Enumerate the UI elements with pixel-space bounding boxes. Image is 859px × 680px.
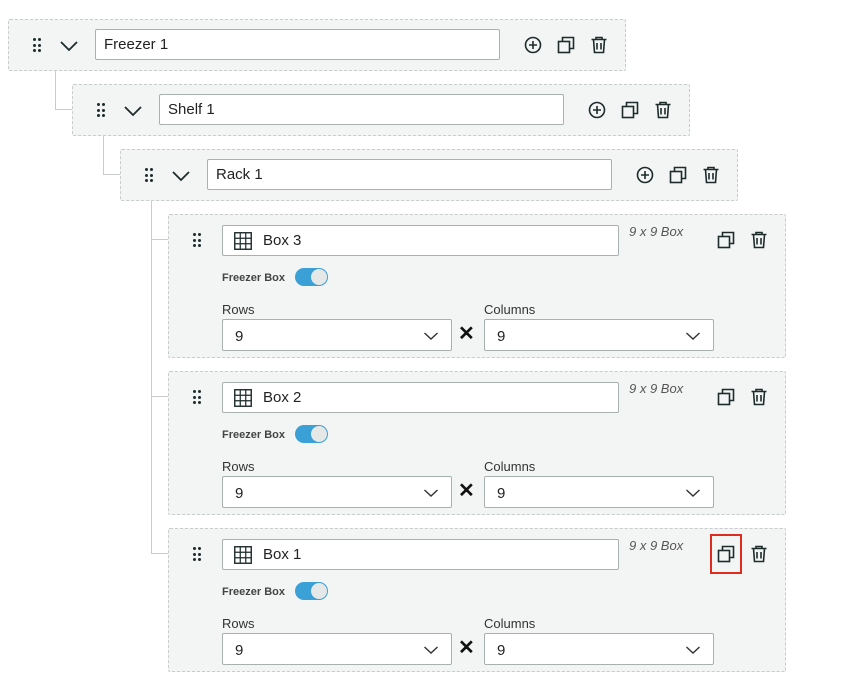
freezer-node: [8, 19, 626, 71]
box-name-input[interactable]: [263, 383, 614, 412]
add-circle-icon: [524, 36, 542, 54]
duplicate-button[interactable]: [716, 230, 736, 250]
chevron-down-icon[interactable]: [123, 104, 143, 118]
freezer-box-label: Freezer Box: [222, 586, 285, 598]
add-child-button[interactable]: [635, 165, 655, 185]
box-name-field[interactable]: [222, 382, 619, 413]
add-circle-icon: [588, 101, 606, 119]
box-name-input[interactable]: [263, 226, 614, 255]
rows-value: 9: [235, 642, 244, 659]
shelf-node: [72, 84, 690, 136]
box-card: 9 x 9 Box Freezer Box Rows 9 ✕ Columns 9: [168, 371, 786, 515]
chevron-down-icon: [424, 489, 438, 497]
box-card: 9 x 9 Box Freezer Box Rows 9 ✕ Columns 9: [168, 528, 786, 672]
drag-handle-icon[interactable]: [193, 390, 201, 404]
drag-handle-icon[interactable]: [97, 103, 105, 117]
trash-icon: [591, 36, 607, 54]
rack-name-input[interactable]: [207, 159, 612, 190]
delete-button[interactable]: [653, 100, 673, 120]
trash-icon: [751, 231, 767, 249]
duplicate-button[interactable]: [620, 100, 640, 120]
multiply-icon: ✕: [458, 637, 475, 659]
copy-icon: [669, 166, 687, 184]
box-name-field[interactable]: [222, 539, 619, 570]
chevron-down-icon[interactable]: [59, 39, 79, 53]
box-dimensions: 9 x 9 Box: [629, 538, 684, 553]
columns-value: 9: [497, 642, 506, 659]
tree-connector: [103, 136, 121, 175]
drag-handle-icon[interactable]: [145, 168, 153, 182]
freezer-box-toggle[interactable]: [295, 425, 328, 443]
add-child-button[interactable]: [523, 35, 543, 55]
rows-label: Rows: [222, 459, 255, 474]
duplicate-button[interactable]: [556, 35, 576, 55]
add-child-button[interactable]: [587, 100, 607, 120]
freezer-box-toggle[interactable]: [295, 582, 328, 600]
duplicate-button[interactable]: [668, 165, 688, 185]
add-circle-icon: [636, 166, 654, 184]
box-name-field[interactable]: [222, 225, 619, 256]
grid-icon: [234, 389, 252, 407]
rows-label: Rows: [222, 616, 255, 631]
trash-icon: [751, 545, 767, 563]
rows-select[interactable]: 9: [222, 476, 452, 508]
columns-select[interactable]: 9: [484, 476, 714, 508]
tree-connector: [151, 396, 169, 554]
trash-icon: [655, 101, 671, 119]
copy-icon: [621, 101, 639, 119]
chevron-down-icon: [686, 489, 700, 497]
box-name-input[interactable]: [263, 540, 614, 569]
box-dimensions: 9 x 9 Box: [629, 381, 684, 396]
freezer-box-label: Freezer Box: [222, 429, 285, 441]
duplicate-button[interactable]: [716, 387, 736, 407]
copy-icon: [557, 36, 575, 54]
drag-handle-icon[interactable]: [33, 38, 41, 52]
copy-icon: [717, 388, 735, 406]
tree-connector: [151, 239, 169, 397]
freezer-box-label: Freezer Box: [222, 272, 285, 284]
rows-value: 9: [235, 485, 244, 502]
multiply-icon: ✕: [458, 480, 475, 502]
chevron-down-icon: [424, 646, 438, 654]
freezer-name-input[interactable]: [95, 29, 500, 60]
chevron-down-icon: [686, 332, 700, 340]
grid-icon: [234, 232, 252, 250]
columns-select[interactable]: 9: [484, 319, 714, 351]
chevron-down-icon[interactable]: [171, 169, 191, 183]
box-dimensions: 9 x 9 Box: [629, 224, 684, 239]
shelf-name-input[interactable]: [159, 94, 564, 125]
columns-label: Columns: [484, 616, 536, 631]
columns-label: Columns: [484, 302, 536, 317]
rows-value: 9: [235, 328, 244, 345]
chevron-down-icon: [424, 332, 438, 340]
delete-button[interactable]: [589, 35, 609, 55]
duplicate-button-highlight: [710, 534, 742, 574]
columns-value: 9: [497, 328, 506, 345]
chevron-down-icon: [686, 646, 700, 654]
grid-icon: [234, 546, 252, 564]
columns-select[interactable]: 9: [484, 633, 714, 665]
copy-icon: [717, 231, 735, 249]
drag-handle-icon[interactable]: [193, 547, 201, 561]
rows-select[interactable]: 9: [222, 319, 452, 351]
multiply-icon: ✕: [458, 323, 475, 345]
trash-icon: [751, 388, 767, 406]
tree-connector: [55, 71, 73, 110]
drag-handle-icon[interactable]: [193, 233, 201, 247]
columns-label: Columns: [484, 459, 536, 474]
rack-node: [120, 149, 738, 201]
tree-connector: [151, 201, 169, 240]
box-card: 9 x 9 Box Freezer Box Rows 9 ✕ Columns 9: [168, 214, 786, 358]
trash-icon: [703, 166, 719, 184]
delete-button[interactable]: [749, 230, 769, 250]
rows-label: Rows: [222, 302, 255, 317]
freezer-box-toggle[interactable]: [295, 268, 328, 286]
delete-button[interactable]: [749, 387, 769, 407]
rows-select[interactable]: 9: [222, 633, 452, 665]
delete-button[interactable]: [701, 165, 721, 185]
columns-value: 9: [497, 485, 506, 502]
delete-button[interactable]: [749, 544, 769, 564]
